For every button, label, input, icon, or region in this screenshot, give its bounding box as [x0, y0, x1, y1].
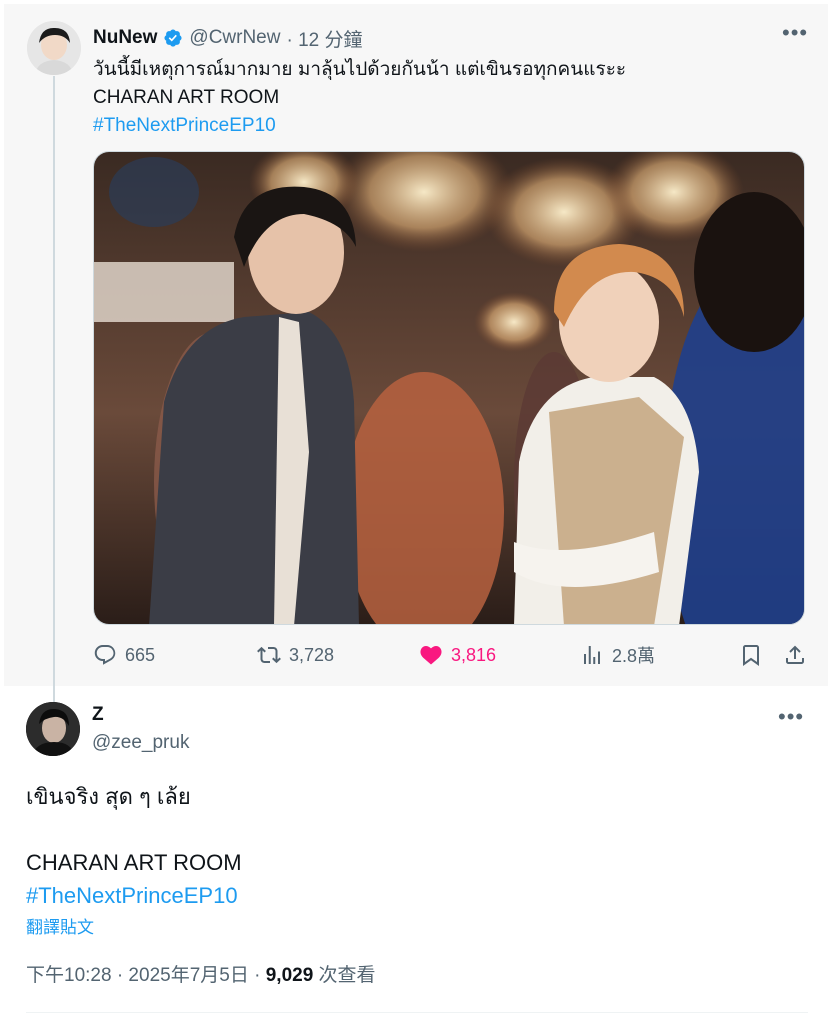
retweet-count: 3,728 [289, 644, 335, 665]
reply-display-name[interactable]: Z [92, 704, 104, 726]
like-count: 3,816 [451, 644, 497, 665]
more-icon[interactable]: ••• [782, 22, 808, 44]
hashtag-link[interactable]: #TheNextPrinceEP10 [26, 879, 242, 912]
display-name[interactable]: NuNew [93, 27, 157, 49]
handle[interactable]: @CwrNew [189, 27, 280, 49]
tweet-image[interactable] [93, 151, 805, 625]
post-timestamp[interactable]: 下午10:28 · 2025年7月5日 · [26, 965, 266, 986]
hashtag-link[interactable]: #TheNextPrinceEP10 [93, 112, 626, 140]
retweet-button[interactable]: 3,728 [257, 640, 334, 670]
reply-text-line [26, 813, 242, 846]
bookmark-icon [743, 645, 759, 666]
views-icon [584, 646, 600, 664]
like-button[interactable]: 3,816 [419, 640, 496, 670]
parent-tweet[interactable]: NuNew @CwrNew · 12 分鐘 ••• วันนี้มีเหตุกา… [4, 4, 828, 710]
tweet-header: NuNew @CwrNew · 12 分鐘 [93, 24, 363, 52]
tweet-text: วันนี้มีเหตุการณ์มากมาย มาลุ้นไปด้วยกันน… [93, 56, 626, 140]
view-count: 9,029 [265, 965, 314, 986]
bookmark-button[interactable] [739, 640, 763, 670]
reply-text-line: เขินจริง สุด ๆ เล้ย [26, 784, 191, 809]
views-button[interactable]: 2.8萬 [580, 640, 655, 670]
verified-badge-icon[interactable] [163, 28, 183, 48]
reply-text: เขินจริง สุด ๆ เล้ย CHARAN ART ROOM #The… [26, 780, 242, 912]
reply-button[interactable]: 665 [93, 640, 155, 670]
reply-text-line: CHARAN ART ROOM [26, 850, 242, 875]
views-count: 2.8萬 [612, 646, 656, 666]
reply-handle[interactable]: @zee_pruk [92, 732, 189, 754]
reply-count: 665 [125, 644, 156, 665]
post-meta: 下午10:28 · 2025年7月5日 · 9,029 次查看 [26, 960, 376, 987]
divider [26, 1012, 808, 1013]
share-icon [786, 645, 804, 664]
translate-post-link[interactable]: 翻譯貼文 [26, 913, 94, 938]
avatar[interactable] [27, 21, 81, 75]
reply-avatar[interactable] [26, 702, 80, 756]
view-label: 次查看 [313, 965, 376, 986]
more-icon[interactable]: ••• [778, 706, 804, 728]
tweet-text-line: CHARAN ART ROOM [93, 87, 280, 108]
reply-icon [94, 645, 116, 665]
retweet-icon [257, 646, 281, 664]
timestamp[interactable]: · 12 分鐘 [286, 25, 362, 52]
heart-icon [420, 645, 442, 665]
tweet-text-line: วันนี้มีเหตุการณ์มากมาย มาลุ้นไปด้วยกันน… [93, 59, 627, 80]
share-button[interactable] [783, 640, 807, 670]
action-bar: 665 3,728 3,816 2.8萬 [93, 640, 805, 670]
thread-line [53, 76, 55, 710]
